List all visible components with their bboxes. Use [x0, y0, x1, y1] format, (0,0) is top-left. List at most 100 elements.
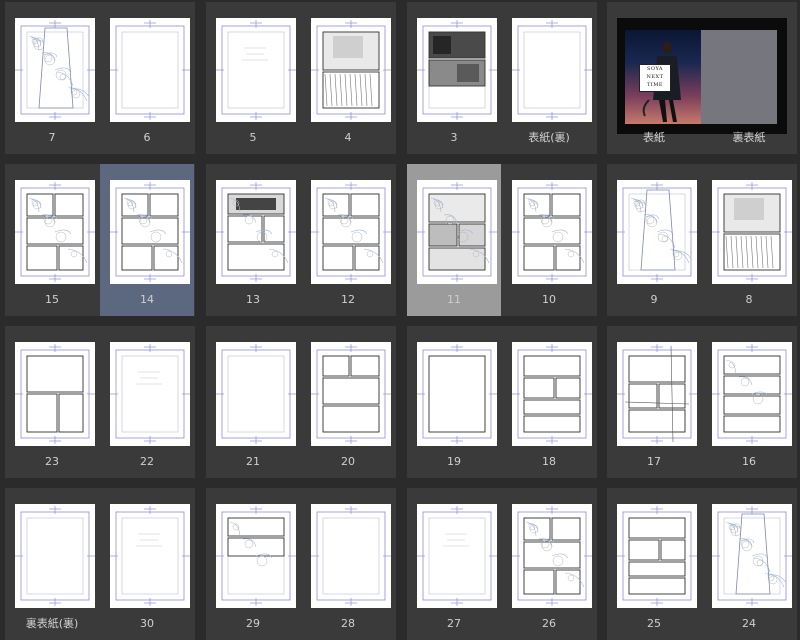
page-thumbnail-14[interactable]: 14 [100, 164, 194, 316]
page-number-label: 21 [246, 455, 260, 468]
page-spread[interactable]: 7 6 [5, 2, 195, 154]
page-number-label: 28 [341, 617, 355, 630]
page-thumbnail-10[interactable]: 10 [502, 164, 596, 316]
page-thumbnail-24[interactable]: 24 [702, 488, 796, 640]
page-number-label: 30 [140, 617, 154, 630]
page-thumbnail-25[interactable]: 25 [607, 488, 701, 640]
page-spread[interactable]: 15 14 [5, 164, 195, 316]
page-spread[interactable]: 5 4 [206, 2, 396, 154]
page-number-label: 27 [447, 617, 461, 630]
page-thumbnail-表紙(裏)[interactable]: 表紙(裏) [502, 2, 596, 154]
page-number-label: 9 [650, 293, 658, 306]
page-number-label: 6 [143, 131, 151, 144]
page-preview [617, 180, 697, 284]
page-thumbnail-11[interactable]: 11 [407, 164, 501, 316]
page-preview [311, 504, 391, 608]
page-preview [417, 180, 497, 284]
page-number-label: 3 [450, 131, 458, 144]
page-preview [216, 18, 296, 122]
page-number-label: 7 [48, 131, 56, 144]
page-number-label: 19 [447, 455, 461, 468]
page-preview [417, 504, 497, 608]
page-spread[interactable]: 27 26 [407, 488, 597, 640]
page-thumbnail-12[interactable]: 12 [301, 164, 395, 316]
page-preview [712, 180, 792, 284]
page-number-label: 裏表紙(裏) [25, 617, 79, 630]
page-spread[interactable]: 11 10 [407, 164, 597, 316]
page-thumbnail-3[interactable]: 3 [407, 2, 501, 154]
page-preview [617, 342, 697, 446]
page-spread[interactable]: 25 24 [607, 488, 797, 640]
page-preview [712, 342, 792, 446]
page-number-label: 25 [647, 617, 661, 630]
page-preview [216, 342, 296, 446]
page-number-label: 表紙 [643, 131, 665, 144]
page-number-label: 16 [742, 455, 756, 468]
page-thumbnail-裏表紙(裏)[interactable]: 裏表紙(裏) [5, 488, 99, 640]
page-preview [417, 18, 497, 122]
page-thumbnail-17[interactable]: 17 [607, 326, 701, 478]
page-thumbnail-4[interactable]: 4 [301, 2, 395, 154]
page-number-label: 5 [249, 131, 257, 144]
page-number-label: 12 [341, 293, 355, 306]
page-spread[interactable]: 17 16 [607, 326, 797, 478]
page-number-label: 26 [542, 617, 556, 630]
page-number-label: 29 [246, 617, 260, 630]
page-preview [15, 504, 95, 608]
page-thumbnail-19[interactable]: 19 [407, 326, 501, 478]
page-spread[interactable]: 21 20 [206, 326, 396, 478]
page-thumbnail-28[interactable]: 28 [301, 488, 395, 640]
page-thumbnail-29[interactable]: 29 [206, 488, 300, 640]
page-thumbnail-5[interactable]: 5 [206, 2, 300, 154]
page-preview [110, 504, 190, 608]
page-preview [15, 180, 95, 284]
page-number-label: 13 [246, 293, 260, 306]
page-spread[interactable]: 13 12 [206, 164, 396, 316]
page-preview [512, 18, 592, 122]
page-preview [617, 504, 697, 608]
page-thumbnail-27[interactable]: 27 [407, 488, 501, 640]
page-spread[interactable]: SOYA NEXT TIME 表紙 裏表紙 [607, 2, 797, 154]
page-thumbnail-7[interactable]: 7 [5, 2, 99, 154]
page-thumbnail-22[interactable]: 22 [100, 326, 194, 478]
page-preview [311, 18, 391, 122]
page-number-label: 20 [341, 455, 355, 468]
page-thumbnail-13[interactable]: 13 [206, 164, 300, 316]
page-thumbnail-9[interactable]: 9 [607, 164, 701, 316]
page-preview [512, 504, 592, 608]
page-spread[interactable]: 裏表紙(裏) 30 [5, 488, 195, 640]
page-spread[interactable]: 19 18 [407, 326, 597, 478]
page-number-label: 15 [45, 293, 59, 306]
page-number-label: 裏表紙 [732, 131, 766, 144]
page-number-label: 17 [647, 455, 661, 468]
page-thumbnail-15[interactable]: 15 [5, 164, 99, 316]
page-spread[interactable]: 23 22 [5, 326, 195, 478]
page-number-label: 18 [542, 455, 556, 468]
page-thumbnail-30[interactable]: 30 [100, 488, 194, 640]
page-thumbnail-表紙[interactable]: 表紙 [607, 2, 701, 154]
page-thumbnail-grid: 7 6 5 4 3 表紙(裏) SOYA NEXT TIME 表紙 裏表紙 15… [0, 0, 800, 640]
page-number-label: 表紙(裏) [528, 131, 570, 144]
page-preview [311, 342, 391, 446]
page-spread[interactable]: 29 28 [206, 488, 396, 640]
page-number-label: 22 [140, 455, 154, 468]
page-spread[interactable]: 9 8 [607, 164, 797, 316]
page-preview [216, 180, 296, 284]
page-spread[interactable]: 3 表紙(裏) [407, 2, 597, 154]
page-thumbnail-16[interactable]: 16 [702, 326, 796, 478]
page-preview [216, 504, 296, 608]
page-preview [512, 342, 592, 446]
page-thumbnail-21[interactable]: 21 [206, 326, 300, 478]
page-thumbnail-20[interactable]: 20 [301, 326, 395, 478]
page-number-label: 8 [745, 293, 753, 306]
page-thumbnail-18[interactable]: 18 [502, 326, 596, 478]
page-thumbnail-8[interactable]: 8 [702, 164, 796, 316]
page-preview [15, 342, 95, 446]
page-thumbnail-26[interactable]: 26 [502, 488, 596, 640]
page-thumbnail-裏表紙[interactable]: 裏表紙 [702, 2, 796, 154]
page-preview [110, 342, 190, 446]
page-preview [311, 180, 391, 284]
page-thumbnail-6[interactable]: 6 [100, 2, 194, 154]
page-preview [417, 342, 497, 446]
page-thumbnail-23[interactable]: 23 [5, 326, 99, 478]
